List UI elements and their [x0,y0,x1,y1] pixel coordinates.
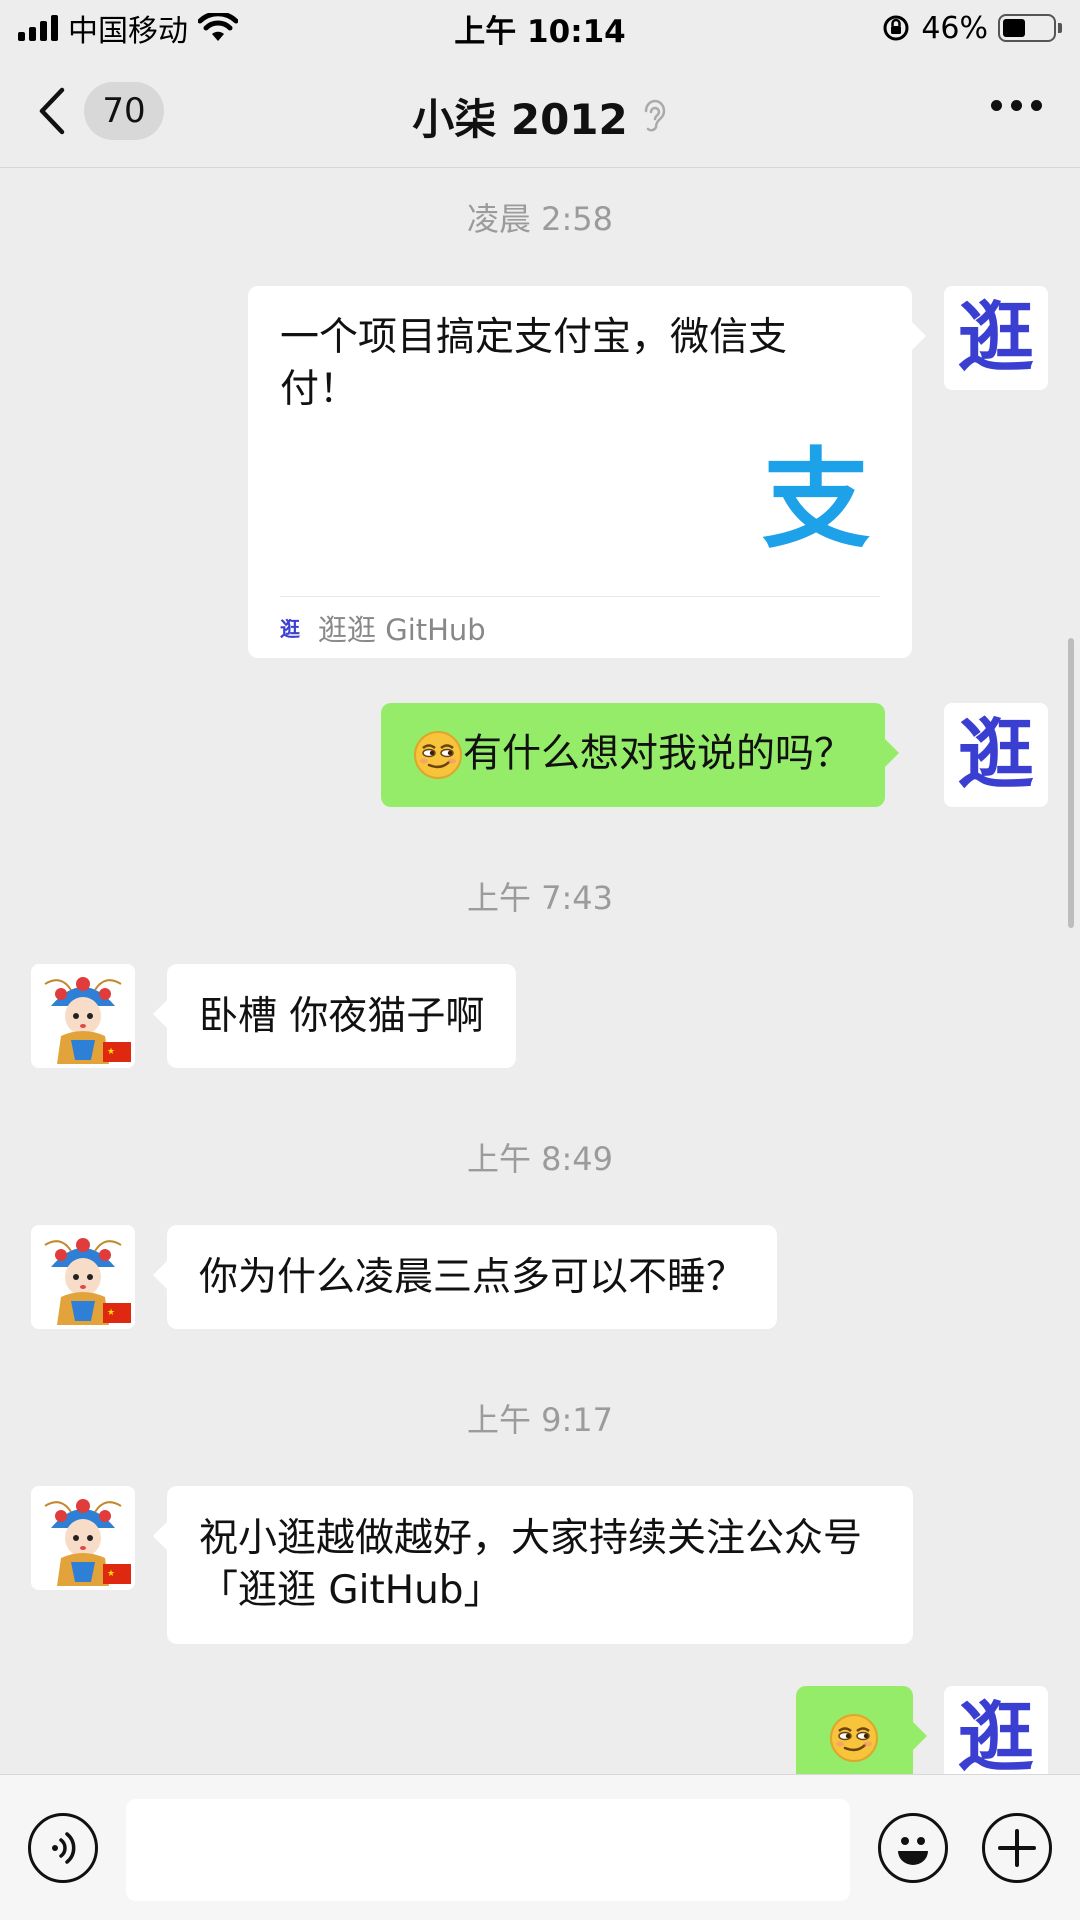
signal-icon [18,15,58,41]
my-avatar[interactable]: 逛 [944,286,1048,390]
rotation-lock-icon [883,15,909,41]
svg-text:★: ★ [107,1308,115,1318]
contact-avatar[interactable]: ★ [31,1486,135,1590]
message-text: 你为什么凌晨三点多可以不睡？ [199,1255,746,1300]
opera-character-avatar-icon: ★ [31,964,135,1068]
timestamp: 凌晨 2:58 [466,200,614,238]
battery-percent: 46% [921,10,988,46]
contact-avatar[interactable]: ★ [31,964,135,1068]
chat-title: 小柒 2012 [0,86,1080,147]
my-avatar[interactable]: 逛 [944,1686,1048,1774]
smirk-emoji [830,1713,878,1762]
status-bar: 中国移动 上午 10:14 46% [0,0,1080,56]
chat-messages[interactable]: 凌晨 2:58 一个项目搞定支付宝，微信支付！ 支 逛 逛逛 GitHub 逛 … [0,168,1080,1774]
received-text-message[interactable]: 祝小逛越做越好，大家持续关注公众号「逛逛 GitHub」 [153,1486,913,1644]
received-text-message[interactable]: 你为什么凌晨三点多可以不睡？ [152,1225,778,1329]
timestamp: 上午 7:43 [466,879,614,917]
voice-icon [52,1832,76,1864]
link-card-message[interactable]: 一个项目搞定支付宝，微信支付！ 支 逛 逛逛 GitHub [248,286,926,658]
source-logo-icon: 逛 [280,617,300,641]
message-text: 祝小逛越做越好，大家持续关注公众号「逛逛 GitHub」 [199,1516,863,1613]
input-bar [0,1774,1080,1920]
smirk-emoji [414,730,462,779]
plus-icon [998,1829,1036,1867]
chat-scrollbar[interactable] [1068,638,1074,928]
smiley-icon [898,1837,928,1865]
message-text: 卧槽 你夜猫子啊 [199,994,485,1039]
more-dot [991,100,1002,111]
message-input[interactable] [126,1799,850,1901]
opera-character-avatar-icon: ★ [31,1486,135,1590]
svg-text:★: ★ [107,1569,115,1579]
message-text: 有什么想对我说的吗？ [463,731,854,777]
received-text-message[interactable]: 卧槽 你夜猫子啊 [152,964,517,1068]
sent-emoji-message[interactable] [796,1686,927,1774]
alipay-logo-icon: 支 [761,438,870,563]
timestamp: 上午 8:49 [466,1140,614,1178]
more-dot [1031,100,1042,111]
wifi-icon [198,13,238,41]
my-avatar[interactable]: 逛 [944,703,1048,807]
card-title: 一个项目搞定支付宝，微信支付！ [280,315,788,412]
contact-avatar[interactable]: ★ [31,1225,135,1329]
sent-text-message[interactable]: 有什么想对我说的吗？ [381,703,900,807]
ear-icon [644,99,666,131]
card-source-label: 逛逛 GitHub [318,612,486,647]
carrier-label: 中国移动 [68,14,188,49]
battery-fill [1003,19,1026,37]
timestamp: 上午 9:17 [466,1401,614,1439]
more-options-button[interactable] [991,100,1042,111]
opera-character-avatar-icon: ★ [31,1225,135,1329]
voice-input-button[interactable] [28,1813,98,1883]
more-dot [1011,100,1022,111]
chat-title-text: 小柒 2012 [412,95,628,144]
battery-icon [998,14,1062,42]
more-functions-button[interactable] [982,1813,1052,1883]
svg-text:★: ★ [107,1047,115,1057]
status-left: 中国移动 [18,6,238,50]
nav-bar: 70 小柒 2012 [0,56,1080,168]
status-right: 46% [881,11,1062,46]
emoji-button[interactable] [878,1813,948,1883]
card-source: 逛 逛逛 GitHub [280,596,880,658]
